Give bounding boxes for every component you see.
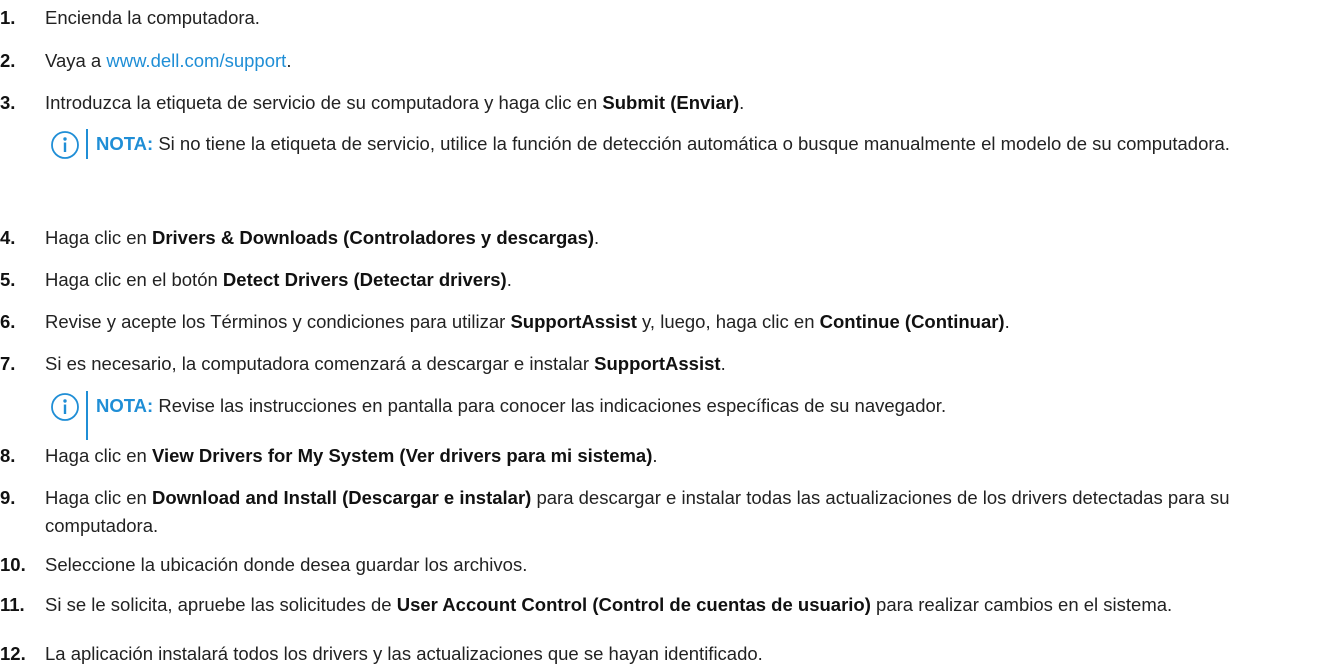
step-text: Haga clic en Download and Install (Desca… <box>45 487 1230 536</box>
step-text: Vaya a www.dell.com/support. <box>45 50 292 71</box>
step-10: 10. Seleccione la ubicación donde desea … <box>0 551 1330 579</box>
step-number: 10. <box>0 554 26 575</box>
step-1: 1. Encienda la computadora. <box>0 4 1330 32</box>
step-text: Haga clic en Drivers & Downloads (Contro… <box>45 227 600 248</box>
note-text: NOTA: Si no tiene la etiqueta de servici… <box>96 133 1230 154</box>
info-icon <box>51 393 79 421</box>
step-8: 8. Haga clic en View Drivers for My Syst… <box>0 442 1330 470</box>
step-text: Introduzca la etiqueta de servicio de su… <box>45 92 745 113</box>
info-icon <box>51 131 79 159</box>
step-number: 5. <box>0 269 16 290</box>
step-number: 3. <box>0 92 16 113</box>
step-text: La aplicación instalará todos los driver… <box>45 643 763 664</box>
step-11: 11. Si se le solicita, apruebe las solic… <box>0 591 1330 619</box>
step-number: 2. <box>0 50 16 71</box>
dell-support-link[interactable]: www.dell.com/support <box>106 50 286 71</box>
step-7: 7. Si es necesario, la computadora comen… <box>0 350 1330 378</box>
step-text: Haga clic en el botón Detect Drivers (De… <box>45 269 512 290</box>
step-4: 4. Haga clic en Drivers & Downloads (Con… <box>0 224 1330 252</box>
step-number: 11. <box>0 594 25 615</box>
step-3: 3. Introduzca la etiqueta de servicio de… <box>0 89 1330 117</box>
step-12: 12. La aplicación instalará todos los dr… <box>0 640 1330 668</box>
note-divider <box>86 391 88 440</box>
step-text: Seleccione la ubicación donde desea guar… <box>45 554 528 575</box>
note-browser: NOTA: Revise las instrucciones en pantal… <box>50 390 1335 440</box>
step-number: 7. <box>0 353 16 374</box>
step-number: 8. <box>0 445 16 466</box>
step-2: 2. Vaya a www.dell.com/support. <box>0 47 1330 75</box>
step-number: 6. <box>0 311 16 332</box>
step-text: Haga clic en View Drivers for My System … <box>45 445 658 466</box>
step-text: Si se le solicita, apruebe las solicitud… <box>45 594 1173 615</box>
step-number: 1. <box>0 7 16 28</box>
step-number: 4. <box>0 227 16 248</box>
instructions-document: 1. Encienda la computadora. 2. Vaya a ww… <box>0 0 1338 668</box>
note-divider <box>86 129 88 159</box>
note-text: NOTA: Revise las instrucciones en pantal… <box>96 395 947 416</box>
step-6: 6. Revise y acepte los Términos y condic… <box>0 308 1330 336</box>
note-service-tag: NOTA: Si no tiene la etiqueta de servici… <box>50 128 1335 160</box>
step-9: 9. Haga clic en Download and Install (De… <box>0 484 1330 540</box>
step-text: Encienda la computadora. <box>45 7 260 28</box>
step-number: 9. <box>0 487 16 508</box>
step-number: 12. <box>0 643 26 664</box>
step-text: Si es necesario, la computadora comenzar… <box>45 353 726 374</box>
step-text: Revise y acepte los Términos y condicion… <box>45 311 1010 332</box>
step-5: 5. Haga clic en el botón Detect Drivers … <box>0 266 1330 294</box>
